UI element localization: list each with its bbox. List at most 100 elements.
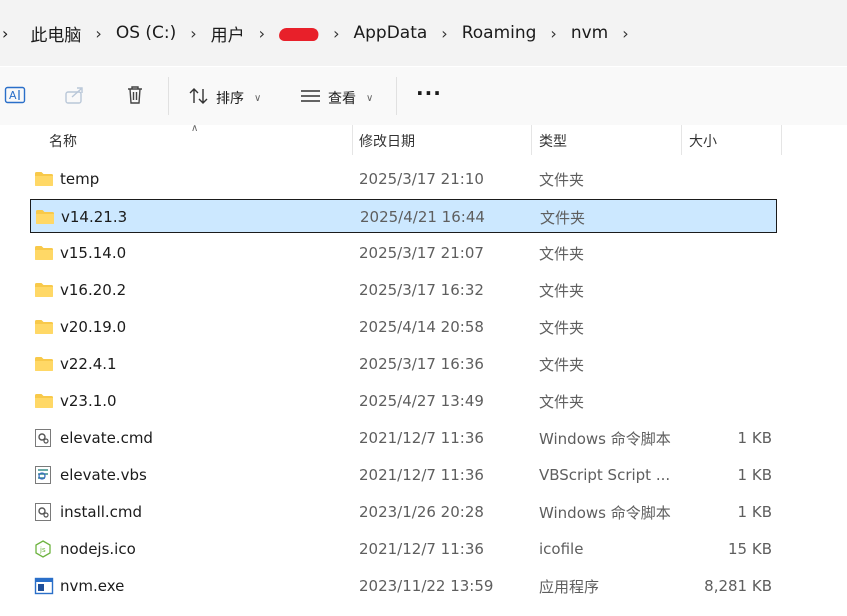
folder-icon — [34, 310, 56, 344]
file-size: 8,281 KB — [704, 577, 772, 595]
more-options-button[interactable]: ··· — [416, 81, 442, 105]
file-type: Windows 命令脚本 — [539, 503, 671, 522]
breadcrumb-item-appdata[interactable]: AppData — [353, 23, 427, 43]
file-type: icofile — [539, 540, 584, 558]
file-name: install.cmd — [60, 503, 143, 521]
file-name: v16.20.2 — [60, 281, 127, 299]
file-row[interactable]: v23.1.0 2025/4/27 13:49 文件夹 — [30, 384, 777, 418]
breadcrumb-item-this-pc[interactable]: 此电脑 — [30, 21, 81, 46]
sort-label: 排序 — [216, 91, 244, 107]
file-modified-date: 2023/11/22 13:59 — [359, 577, 494, 595]
column-divider[interactable] — [781, 125, 782, 155]
chevron-right-icon[interactable]: › — [190, 24, 196, 43]
cmd-file-icon — [34, 421, 56, 455]
delete-icon[interactable] — [124, 84, 146, 106]
breadcrumb-item-nvm[interactable]: nvm — [571, 23, 608, 43]
folder-icon — [34, 384, 56, 418]
chevron-right-icon[interactable]: › — [333, 24, 339, 43]
file-modified-date: 2021/12/7 11:36 — [359, 429, 484, 447]
file-row[interactable]: v20.19.0 2025/4/14 20:58 文件夹 — [30, 310, 777, 344]
column-divider[interactable] — [681, 125, 682, 155]
file-name: v22.4.1 — [60, 355, 117, 373]
breadcrumb-item-users[interactable]: 用户 — [211, 21, 245, 46]
file-modified-date: 2025/3/17 21:10 — [359, 170, 484, 188]
view-button[interactable]: 查看 ∨ — [300, 86, 373, 110]
file-type: 应用程序 — [539, 577, 600, 596]
rename-icon[interactable]: A — [4, 84, 26, 106]
more-icon: ··· — [416, 81, 442, 105]
file-row[interactable]: install.cmd 2023/1/26 20:28 Windows 命令脚本 1 … — [30, 495, 777, 529]
file-type: 文件夹 — [540, 208, 586, 227]
column-header-size[interactable]: 大小 — [689, 125, 717, 157]
column-header-row: ∧ 名称 修改日期 类型 大小 — [0, 123, 847, 157]
file-name: temp — [60, 170, 100, 188]
folder-icon — [34, 236, 56, 270]
breadcrumb: 此电脑 › OS (C:) › 用户 › › AppData › Roaming… — [30, 0, 642, 66]
file-row[interactable]: v16.20.2 2025/3/17 16:32 文件夹 — [30, 273, 777, 307]
folder-icon — [34, 162, 56, 196]
file-name: elevate.vbs — [60, 466, 147, 484]
file-modified-date: 2025/3/17 16:36 — [359, 355, 484, 373]
file-type: 文件夹 — [539, 281, 585, 300]
column-divider[interactable] — [352, 125, 353, 155]
folder-icon — [35, 200, 57, 234]
toolbar-divider — [396, 77, 397, 115]
file-modified-date: 2025/3/17 16:32 — [359, 281, 484, 299]
file-name: v23.1.0 — [60, 392, 117, 410]
file-type: 文件夹 — [539, 392, 585, 411]
chevron-right-icon[interactable]: › — [2, 24, 8, 43]
column-header-name[interactable]: 名称 — [49, 125, 77, 157]
file-modified-date: 2025/4/21 16:44 — [360, 208, 485, 226]
file-type: 文件夹 — [539, 244, 585, 263]
file-type: Windows 命令脚本 — [539, 429, 671, 448]
file-row[interactable]: elevate.cmd 2021/12/7 11:36 Windows 命令脚本 1 … — [30, 421, 777, 455]
command-bar: A 排序 ∨ 查看 ∨ ··· — [0, 67, 847, 125]
sort-ascending-icon: ∧ — [191, 123, 199, 134]
file-modified-date: 2021/12/7 11:36 — [359, 466, 484, 484]
file-size: 15 KB — [728, 540, 772, 558]
redacted-username[interactable] — [276, 28, 322, 41]
file-row[interactable]: elevate.vbs 2021/12/7 11:36 VBScript Scrip… — [30, 458, 777, 492]
breadcrumb-item-os-c[interactable]: OS (C:) — [116, 23, 176, 43]
sort-button[interactable]: 排序 ∨ — [188, 86, 261, 110]
file-modified-date: 2025/4/27 13:49 — [359, 392, 484, 410]
column-header-date[interactable]: 修改日期 — [359, 125, 415, 157]
file-modified-date: 2023/1/26 20:28 — [359, 503, 484, 521]
file-row[interactable]: v22.4.1 2025/3/17 16:36 文件夹 — [30, 347, 777, 381]
file-name: v20.19.0 — [60, 318, 127, 336]
file-modified-date: 2025/3/17 21:07 — [359, 244, 484, 262]
file-modified-date: 2021/12/7 11:36 — [359, 540, 484, 558]
file-type: 文件夹 — [539, 318, 585, 337]
vbs-file-icon — [34, 458, 56, 492]
file-modified-date: 2025/4/14 20:58 — [359, 318, 484, 336]
file-row[interactable]: v15.14.0 2025/3/17 21:07 文件夹 — [30, 236, 777, 270]
view-label: 查看 — [328, 91, 356, 107]
cmd-file-icon — [34, 495, 56, 529]
toolbar-divider — [168, 77, 169, 115]
file-row[interactable]: js nodejs.ico 2021/12/7 11:36 icofile 15 KB — [30, 532, 777, 566]
file-size: 1 KB — [737, 466, 772, 484]
share-icon[interactable] — [64, 84, 86, 106]
file-name: nvm.exe — [60, 577, 125, 595]
svg-text:A: A — [9, 89, 17, 102]
file-row[interactable]: temp 2025/3/17 21:10 文件夹 — [30, 162, 777, 196]
file-row[interactable]: v14.21.3 2025/4/21 16:44 文件夹 — [30, 199, 777, 233]
file-name: elevate.cmd — [60, 429, 153, 447]
nodejs-ico-icon: js — [34, 532, 56, 566]
chevron-right-icon[interactable]: › — [95, 24, 101, 43]
breadcrumb-item-roaming[interactable]: Roaming — [462, 23, 537, 43]
chevron-right-icon[interactable]: › — [550, 24, 556, 43]
address-bar[interactable]: › 此电脑 › OS (C:) › 用户 › › AppData › Roami… — [0, 0, 847, 66]
folder-icon — [34, 273, 56, 307]
file-row[interactable]: nvm.exe 2023/11/22 13:59 应用程序 8,281 KB — [30, 569, 777, 603]
file-size: 1 KB — [737, 503, 772, 521]
file-type: VBScript Script ... — [539, 466, 671, 484]
file-name: v15.14.0 — [60, 244, 127, 262]
column-header-type[interactable]: 类型 — [539, 125, 567, 157]
chevron-right-icon[interactable]: › — [259, 24, 265, 43]
chevron-right-icon[interactable]: › — [441, 24, 447, 43]
chevron-right-icon[interactable]: › — [622, 24, 628, 43]
column-divider[interactable] — [531, 125, 532, 155]
exe-file-icon — [34, 569, 56, 603]
svg-text:js: js — [39, 546, 46, 554]
